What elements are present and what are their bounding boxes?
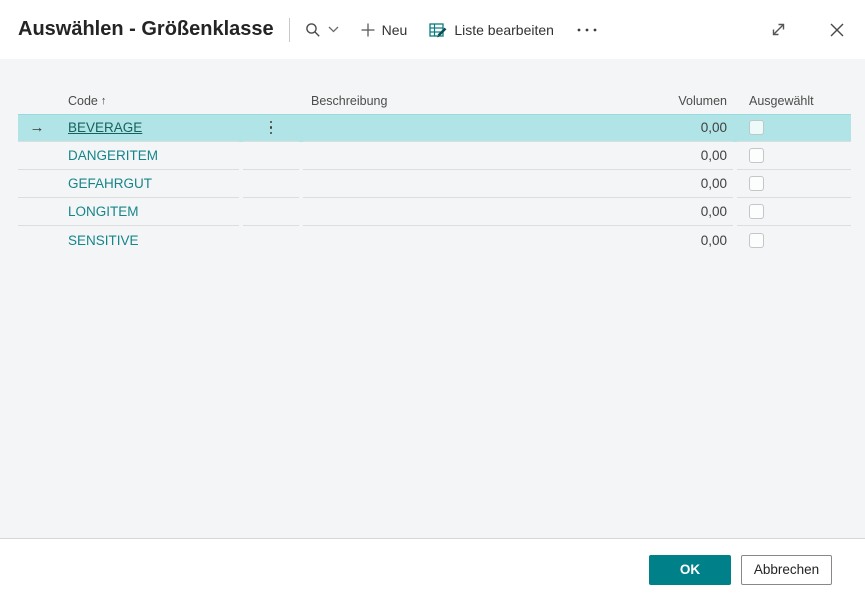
column-header-volumen[interactable]: Volumen (640, 87, 733, 114)
dialog-titlebar: Auswählen - Größenklasse Neu Liste bearb… (0, 0, 865, 59)
column-header-beschreibung[interactable]: Beschreibung (303, 87, 640, 114)
current-row-indicator-cell: → (18, 198, 56, 226)
cancel-button[interactable]: Abbrechen (741, 554, 832, 585)
volumen-cell: 0,00 (640, 170, 733, 198)
code-cell: LONGITEM (56, 198, 239, 226)
code-cell: DANGERITEM (56, 142, 239, 170)
code-link[interactable]: SENSITIVE (56, 233, 139, 248)
ausgewaehlt-cell (737, 198, 851, 226)
ausgewaehlt-cell (737, 114, 851, 142)
vertical-ellipsis-icon[interactable] (269, 120, 273, 135)
code-cell: GEFAHRGUT (56, 170, 239, 198)
close-button[interactable] (829, 22, 845, 38)
beschreibung-cell (303, 170, 640, 198)
header-spacer (18, 87, 56, 114)
current-row-indicator-cell: → (18, 226, 56, 254)
ausgewaehlt-cell (737, 226, 851, 254)
more-options-button[interactable] (576, 27, 598, 33)
sort-ascending-icon: ↑ (100, 94, 107, 107)
current-row-indicator-cell: → (18, 114, 56, 142)
edit-list-button[interactable]: Liste bearbeiten (429, 22, 554, 38)
row-menu-cell[interactable] (243, 142, 299, 170)
table-row[interactable]: → LONGITEM 0,00 (18, 198, 851, 226)
ausgewaehlt-checkbox[interactable] (749, 176, 764, 191)
ausgewaehlt-checkbox[interactable] (749, 204, 764, 219)
dialog-footer: OK Abbrechen (0, 538, 865, 600)
expand-button[interactable] (770, 21, 787, 38)
page-title: Auswählen - Größenklasse (18, 18, 274, 40)
table-row[interactable]: → BEVERAGE 0,00 (18, 114, 851, 142)
column-header-ausgewaehlt[interactable]: Ausgewählt (737, 87, 851, 114)
column-header-code[interactable]: Code ↑ (56, 87, 239, 114)
beschreibung-cell (303, 198, 640, 226)
volumen-cell: 0,00 (640, 198, 733, 226)
beschreibung-cell (303, 142, 640, 170)
row-menu-cell[interactable] (243, 114, 299, 142)
volumen-cell: 0,00 (640, 114, 733, 142)
close-icon (829, 22, 845, 38)
search-button[interactable] (305, 22, 339, 38)
row-indicator-arrow-icon: → (29, 119, 45, 136)
ellipsis-icon (576, 27, 598, 33)
plus-icon (361, 23, 375, 37)
row-menu-cell[interactable] (243, 198, 299, 226)
ausgewaehlt-cell (737, 142, 851, 170)
code-cell: BEVERAGE (56, 114, 239, 142)
ausgewaehlt-checkbox[interactable] (749, 148, 764, 163)
ausgewaehlt-cell (737, 170, 851, 198)
search-icon (305, 22, 321, 38)
new-button-label: Neu (381, 21, 408, 38)
dialog-content: Code ↑ Beschreibung Volumen Ausgewählt →… (0, 59, 865, 538)
chevron-down-icon (328, 26, 339, 33)
edit-list-button-label: Liste bearbeiten (454, 21, 554, 38)
current-row-indicator-cell: → (18, 170, 56, 198)
expand-icon (770, 21, 787, 38)
lookup-dialog: Auswählen - Größenklasse Neu Liste bearb… (0, 0, 865, 600)
row-menu-cell[interactable] (243, 170, 299, 198)
ausgewaehlt-checkbox[interactable] (749, 120, 764, 135)
volumen-cell: 0,00 (700, 232, 727, 248)
beschreibung-cell (303, 114, 640, 142)
table-row[interactable]: → SENSITIVE 0,00 (18, 226, 851, 254)
table-body: → BEVERAGE 0,00 DANGERITEM 0,00 GEFAHRGU… (18, 114, 851, 254)
row-menu-cell[interactable] (243, 226, 299, 254)
table-header-row: Code ↑ Beschreibung Volumen Ausgewählt (18, 87, 851, 114)
volumen-cell: 0,00 (640, 142, 733, 170)
table-row[interactable]: → GEFAHRGUT 0,00 (18, 170, 851, 198)
code-link[interactable]: BEVERAGE (56, 120, 142, 135)
ok-button[interactable]: OK (649, 554, 731, 585)
table-row[interactable]: → DANGERITEM 0,00 (18, 142, 851, 170)
code-link[interactable]: DANGERITEM (56, 148, 158, 163)
code-link[interactable]: GEFAHRGUT (56, 176, 152, 191)
ausgewaehlt-checkbox[interactable] (749, 232, 764, 248)
column-header-menu (243, 87, 299, 114)
new-button[interactable]: Neu (361, 21, 408, 38)
edit-list-icon (429, 22, 447, 38)
code-cell: SENSITIVE (56, 226, 239, 254)
toolbar-divider (288, 17, 290, 42)
beschreibung-cell (303, 226, 640, 254)
code-link[interactable]: LONGITEM (56, 204, 139, 219)
current-row-indicator-cell: → (18, 142, 56, 170)
